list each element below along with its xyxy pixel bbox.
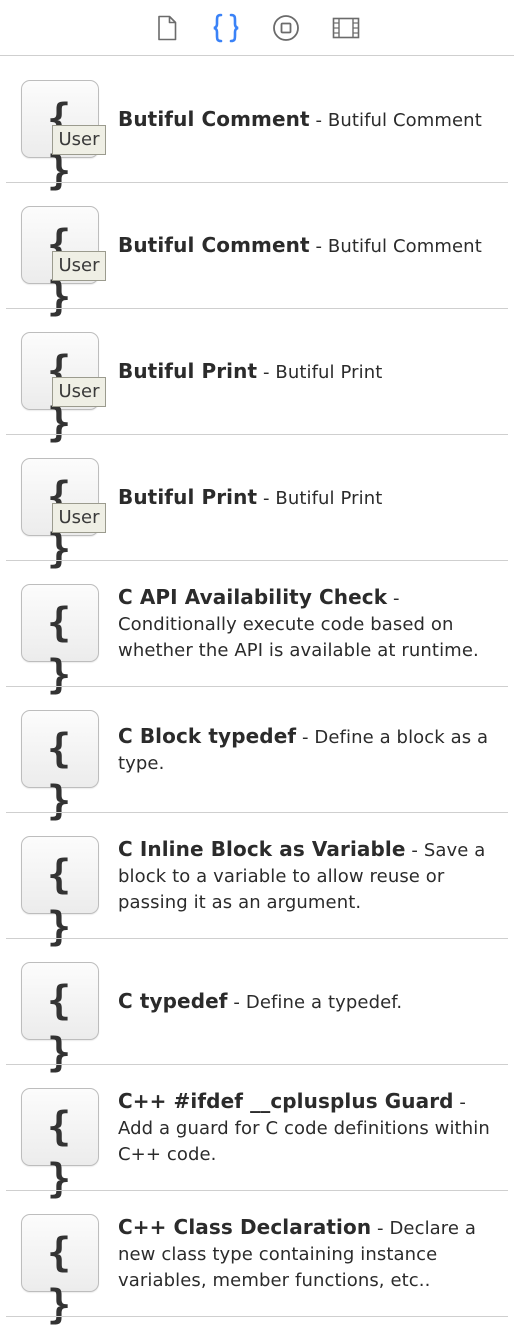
snippet-title: Butiful Print (118, 359, 258, 383)
snippet-icon-tile: { } User (21, 80, 106, 194)
snippet-list: { } User Butiful Comment - Butiful Comme… (0, 57, 514, 1328)
separator: - (227, 992, 246, 1013)
snippet-title: C++ #ifdef __cplusplus Guard (118, 1089, 454, 1113)
snippet-row[interactable]: { } User Butiful Print - Butiful Print (0, 435, 514, 572)
file-icon (158, 15, 177, 41)
snippet-icon-tile: { } (21, 710, 99, 824)
braces-icon (213, 13, 239, 43)
tab-media[interactable] (331, 13, 361, 43)
braces-icon: { } (46, 852, 74, 950)
snippet-text: Butiful Comment - Butiful Comment (118, 183, 496, 309)
separator: - (453, 1092, 467, 1113)
separator: - (257, 488, 276, 509)
snippet-text: Butiful Comment - Butiful Comment (118, 57, 496, 183)
braces-icon: { } (46, 1230, 74, 1328)
snippet-text: Butiful Print - Butiful Print (118, 435, 496, 561)
tab-objects[interactable] (271, 13, 301, 43)
snippet-icon-tile: { } User (21, 206, 106, 320)
snippet-description: Butiful Comment (327, 236, 482, 257)
snippet-title: Butiful Comment (118, 233, 310, 257)
separator: - (371, 1218, 390, 1239)
snippet-row[interactable]: { } C++ Class Declaration - Declare a ne… (0, 1191, 514, 1328)
separator: - (309, 110, 328, 131)
separator: - (387, 588, 400, 609)
snippet-icon-tile: { } (21, 1088, 99, 1202)
snippet-title: C++ Class Declaration (118, 1215, 372, 1239)
snippet-title: Butiful Comment (118, 107, 310, 131)
snippet-text: C Inline Block as Variable - Save a bloc… (118, 813, 496, 939)
snippet-icon-tile: { } User (21, 458, 106, 572)
braces-icon: { } (46, 978, 74, 1076)
media-icon (332, 17, 360, 39)
snippet-title: C API Availability Check (118, 585, 388, 609)
snippet-title: Butiful Print (118, 485, 258, 509)
snippet-description: Butiful Comment (327, 110, 482, 131)
snippet-title: C Inline Block as Variable (118, 837, 406, 861)
separator: - (405, 840, 424, 861)
object-icon (273, 15, 299, 41)
snippet-text: C++ Class Declaration - Declare a new cl… (118, 1191, 496, 1317)
snippet-text: C Block typedef - Define a block as a ty… (118, 687, 496, 813)
snippet-text: C API Availability Check - Conditionally… (118, 561, 496, 687)
snippet-icon-tile: { } (21, 836, 99, 950)
snippet-title: C typedef (118, 989, 228, 1013)
snippet-description: Conditionally execute code based on whet… (118, 614, 479, 661)
braces-icon: { } (46, 1104, 74, 1202)
snippet-row[interactable]: { } C Inline Block as Variable - Save a … (0, 813, 514, 950)
user-badge: User (52, 377, 106, 407)
separator: - (309, 236, 328, 257)
library-toolbar (0, 0, 514, 56)
snippet-description: Butiful Print (275, 362, 383, 383)
braces-icon: { } (46, 726, 74, 824)
snippet-description: Add a guard for C code definitions withi… (118, 1118, 490, 1165)
separator: - (296, 727, 315, 748)
snippet-row[interactable]: { } C typedef - Define a typedef. (0, 939, 514, 1076)
separator: - (257, 362, 276, 383)
snippet-row[interactable]: { } User Butiful Comment - Butiful Comme… (0, 183, 514, 320)
snippet-row[interactable]: { } C API Availability Check - Condition… (0, 561, 514, 698)
braces-icon: { } (46, 600, 74, 698)
snippet-description: Define a typedef. (245, 992, 403, 1013)
snippet-icon-tile: { } (21, 962, 99, 1076)
snippet-text: Butiful Print - Butiful Print (118, 309, 496, 435)
tab-code-snippets[interactable] (211, 13, 241, 43)
user-badge: User (52, 125, 106, 155)
snippet-description: Butiful Print (275, 488, 383, 509)
snippet-title: C Block typedef (118, 724, 297, 748)
tab-file-templates[interactable] (152, 13, 182, 43)
snippet-row[interactable]: { } C++ #ifdef __cplusplus Guard - Add a… (0, 1065, 514, 1202)
snippet-row[interactable]: { } User Butiful Print - Butiful Print (0, 309, 514, 446)
snippet-icon-tile: { } (21, 1214, 99, 1328)
snippet-text: C++ #ifdef __cplusplus Guard - Add a gua… (118, 1065, 496, 1191)
snippet-text: C typedef - Define a typedef. (118, 939, 496, 1065)
snippet-row[interactable]: { } User Butiful Comment - Butiful Comme… (0, 57, 514, 194)
user-badge: User (52, 503, 106, 533)
snippet-icon-tile: { } (21, 584, 99, 698)
snippet-icon-tile: { } User (21, 332, 106, 446)
user-badge: User (52, 251, 106, 281)
snippet-row[interactable]: { } C Block typedef - Define a block as … (0, 687, 514, 824)
